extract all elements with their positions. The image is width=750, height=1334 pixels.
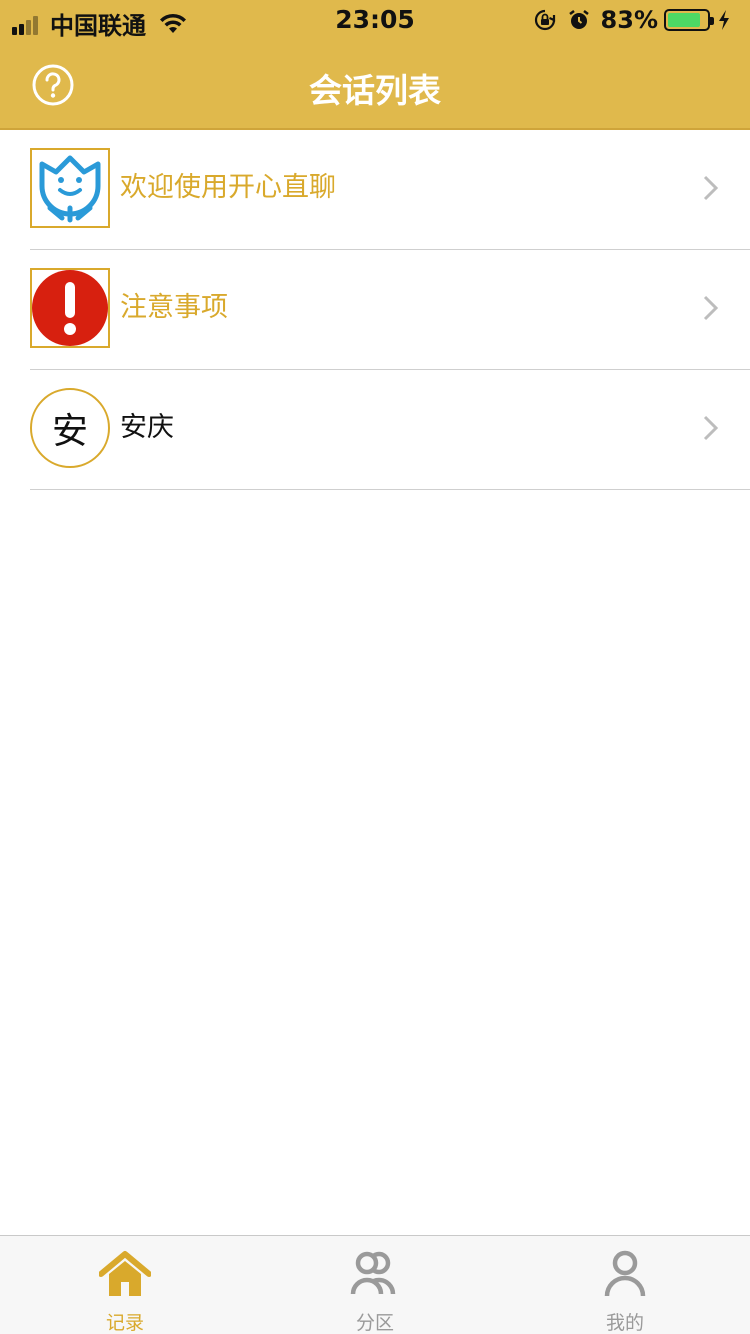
conversation-title: 欢迎使用开心直聊 bbox=[120, 172, 336, 203]
tab-records[interactable]: 记录 bbox=[0, 1236, 250, 1334]
page-title: 会话列表 bbox=[309, 71, 441, 110]
avatar: 安 bbox=[30, 388, 110, 468]
alarm-icon bbox=[568, 10, 589, 29]
tab-label: 记录 bbox=[105, 1312, 144, 1334]
chevron-right-icon bbox=[703, 175, 719, 201]
tab-label: 分区 bbox=[355, 1312, 394, 1334]
battery-fill bbox=[668, 13, 700, 27]
home-icon bbox=[99, 1251, 151, 1296]
smiley-flower-icon bbox=[30, 148, 110, 228]
group-icon bbox=[350, 1251, 396, 1295]
conversation-title: 安庆 bbox=[120, 412, 174, 443]
header: 中国联通 23:05 83% 会话列表 bbox=[0, 0, 750, 130]
conversation-row-welcome[interactable]: 欢迎使用开心直聊 bbox=[0, 130, 750, 250]
chevron-right-icon bbox=[703, 295, 719, 321]
orientation-lock-icon bbox=[534, 9, 555, 31]
status-right: 83% bbox=[533, 6, 740, 34]
conversation-list: 欢迎使用开心直聊 注意事项 安 安庆 bbox=[0, 130, 750, 490]
battery-icon bbox=[664, 9, 714, 31]
conversation-row-notice[interactable]: 注意事项 bbox=[0, 250, 750, 370]
tab-bar: 记录 分区 我的 bbox=[0, 1235, 750, 1334]
tab-mine[interactable]: 我的 bbox=[500, 1236, 750, 1334]
conversation-list-screen: 中国联通 23:05 83% 会话列表 欢迎使用开心直聊 注意事项 安 安庆 记… bbox=[0, 0, 750, 1334]
battery-percent: 83% bbox=[600, 6, 658, 34]
chevron-right-icon bbox=[703, 415, 719, 441]
nav-bar: 会话列表 bbox=[0, 40, 750, 128]
tab-label: 我的 bbox=[605, 1312, 644, 1334]
status-bar: 中国联通 23:05 83% bbox=[0, 0, 750, 40]
conversation-row-anqing[interactable]: 安 安庆 bbox=[0, 370, 750, 490]
tab-zones[interactable]: 分区 bbox=[250, 1236, 500, 1334]
exclamation-icon bbox=[30, 268, 110, 348]
charging-icon bbox=[719, 10, 729, 30]
conversation-title: 注意事项 bbox=[120, 292, 228, 323]
person-icon bbox=[604, 1250, 646, 1297]
